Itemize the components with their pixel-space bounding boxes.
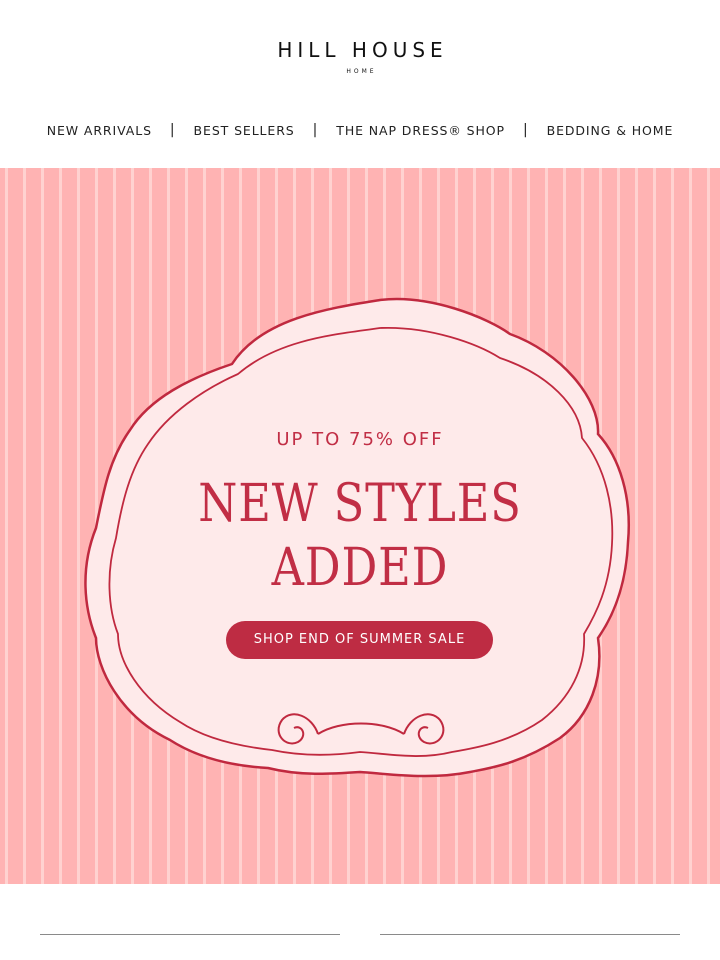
nav-item-nap-dress-shop[interactable]: THE NAP DRESS® SHOP — [336, 123, 505, 138]
main-nav: NEW ARRIVALS | BEST SELLERS | THE NAP DR… — [0, 122, 720, 138]
email-header: HILL HOUSE HOME NEW ARRIVALS | BEST SELL… — [0, 0, 720, 168]
nav-separator: | — [522, 122, 529, 138]
nav-separator: | — [169, 122, 176, 138]
headline-line-1: NEW STYLES — [198, 474, 522, 534]
headline-line-2: ADDED — [271, 538, 449, 598]
nav-separator: | — [312, 122, 319, 138]
brand-logo[interactable]: HILL HOUSE HOME — [0, 38, 720, 75]
brand-subtitle: HOME — [346, 68, 377, 75]
nav-item-bedding-home[interactable]: BEDDING & HOME — [547, 123, 674, 138]
divider-rule-right — [380, 934, 680, 935]
nav-item-new-arrivals[interactable]: NEW ARRIVALS — [47, 123, 152, 138]
section-divider-area — [0, 884, 720, 960]
divider-rule-left — [40, 934, 340, 935]
brand-name: HILL HOUSE — [277, 38, 448, 62]
shop-sale-button[interactable]: SHOP END OF SUMMER SALE — [226, 621, 493, 659]
hero-headline: NEW STYLES ADDED — [50, 472, 669, 600]
promo-discount-text: UP TO 75% OFF — [276, 429, 444, 450]
nav-item-best-sellers[interactable]: BEST SELLERS — [194, 123, 295, 138]
